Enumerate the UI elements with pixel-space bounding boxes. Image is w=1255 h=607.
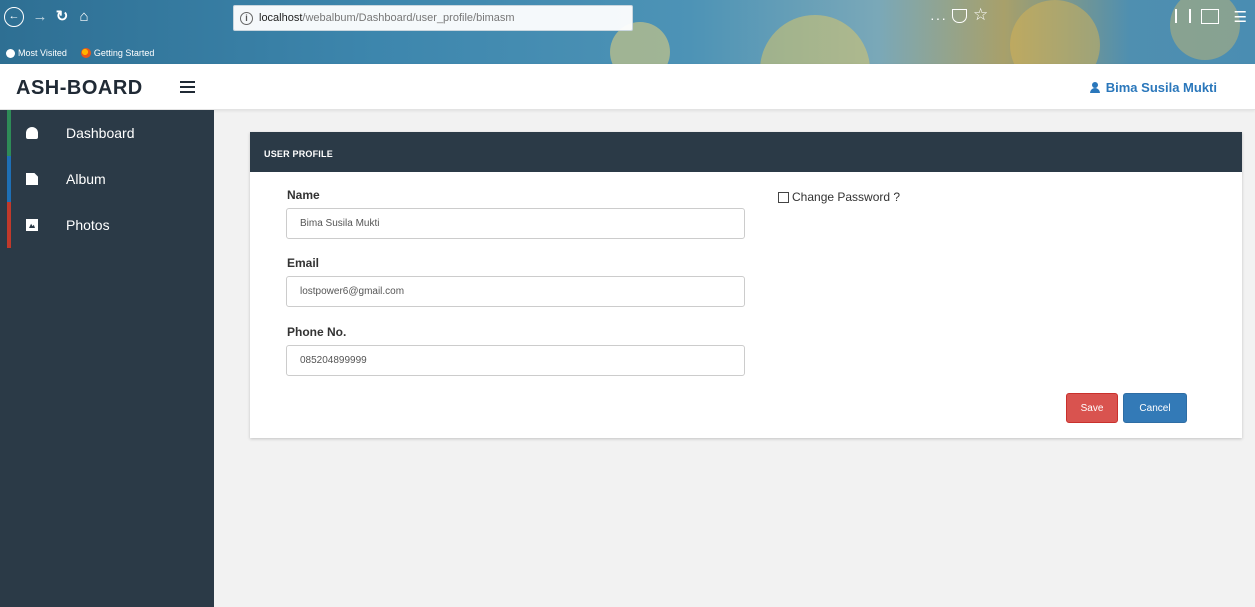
reload-icon[interactable]: ↻ [52, 7, 72, 27]
sidebar-accent [7, 156, 11, 202]
brand-logo[interactable]: ASH-BOARD [16, 77, 143, 100]
sidebar-accent [7, 202, 11, 248]
forward-arrow-icon[interactable]: → [30, 7, 50, 27]
change-password-checkbox[interactable] [778, 191, 789, 203]
sidebar-item-label: Dashboard [66, 125, 135, 141]
file-icon [26, 173, 38, 185]
picture-icon [26, 219, 38, 231]
firefox-icon [80, 48, 91, 58]
gear-icon [6, 48, 15, 58]
dashboard-icon [26, 127, 38, 139]
name-label: Name [287, 188, 320, 202]
user-profile-link[interactable]: Bima Susila Mukti [1089, 80, 1217, 95]
email-label: Email [287, 256, 320, 270]
home-icon[interactable]: ⌂ [74, 7, 94, 27]
sidebar-item-label: Album [66, 171, 106, 187]
user-profile-panel: USER PROFILE Name Email Phone No. Change… [250, 132, 1242, 438]
phone-label: Phone No. [287, 325, 347, 339]
browser-chrome: ← → ↻ ⌂ i localhost/webalbum/Dashboard/u… [0, 0, 1255, 64]
user-name: Bima Susila Mukti [1105, 80, 1217, 95]
bookmark-label: Getting Started [93, 48, 155, 58]
bookmark-most-visited[interactable]: Most Visited [6, 48, 67, 58]
bookmarks-bar: Most Visited Getting Started [0, 44, 162, 62]
sidebar-item-photos[interactable]: Photos [0, 202, 214, 248]
hamburger-menu-icon[interactable]: ☰ [1234, 8, 1247, 26]
pocket-icon[interactable] [952, 9, 967, 23]
bookmark-label: Most Visited [18, 48, 67, 58]
email-field[interactable] [286, 276, 745, 307]
menu-toggle-icon[interactable] [180, 81, 195, 93]
panel-title: USER PROFILE [250, 132, 1242, 172]
back-arrow-icon[interactable]: ← [4, 7, 24, 27]
cancel-button[interactable]: Cancel [1123, 393, 1187, 423]
sidebar-item-album[interactable]: Album [0, 156, 214, 202]
sidebar-item-label: Photos [66, 217, 110, 233]
name-field[interactable] [286, 208, 745, 239]
change-password-option[interactable]: Change Password ? [778, 190, 900, 204]
sidebar-item-dashboard[interactable]: Dashboard [0, 110, 214, 156]
info-icon[interactable]: i [240, 11, 253, 25]
url-bar[interactable]: i localhost/webalbum/Dashboard/user_prof… [233, 5, 633, 31]
sidebar-accent [7, 110, 11, 156]
bookmark-getting-started[interactable]: Getting Started [80, 48, 155, 58]
sidebar: Dashboard Album Photos [0, 110, 214, 607]
user-icon [1089, 82, 1100, 93]
url-host: localhost [259, 12, 303, 24]
phone-field[interactable] [286, 345, 745, 376]
page-actions-icon[interactable]: ··· [930, 10, 947, 26]
save-button[interactable]: Save [1066, 393, 1118, 423]
library-icon[interactable] [1175, 9, 1191, 23]
sidebar-toggle-icon[interactable] [1201, 9, 1219, 24]
app-header: ASH-BOARD Bima Susila Mukti [0, 64, 1255, 110]
change-password-label: Change Password ? [792, 190, 901, 204]
url-path: /webalbum/Dashboard/user_profile/bimasm [302, 12, 515, 24]
bookmark-star-icon[interactable]: ☆ [973, 5, 988, 25]
